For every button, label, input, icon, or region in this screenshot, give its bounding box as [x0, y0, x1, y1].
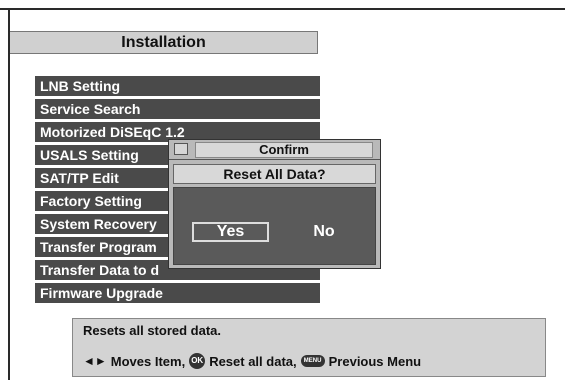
dialog-close-box[interactable]: [174, 143, 188, 155]
screen-frame-left: [8, 8, 10, 380]
ok-button-icon: OK: [189, 353, 206, 369]
menu-item-service-search[interactable]: Service Search: [35, 99, 320, 119]
menu-item-lnb-setting[interactable]: LNB Setting: [35, 76, 320, 96]
moves-item-label: Moves Item,: [110, 353, 186, 369]
dialog-title-bar: Confirm: [169, 140, 380, 160]
help-panel: Resets all stored data. ◄► Moves Item, O…: [72, 318, 546, 377]
previous-menu-label: Previous Menu: [328, 353, 422, 369]
yes-button[interactable]: Yes: [192, 222, 269, 242]
dialog-question: Reset All Data?: [173, 164, 376, 184]
screen-frame-top: [0, 8, 565, 10]
menu-button-icon: MENU: [300, 355, 325, 367]
left-right-arrow-icon: ◄►: [83, 354, 107, 368]
confirm-dialog: Confirm Reset All Data? Yes No: [168, 139, 381, 269]
dialog-title: Confirm: [195, 142, 373, 158]
page-title: Installation: [10, 31, 318, 54]
help-key-legend: ◄► Moves Item, OK Reset all data, MENU P…: [83, 353, 421, 369]
menu-item-firmware-upgrade[interactable]: Firmware Upgrade: [35, 283, 320, 303]
no-button[interactable]: No: [294, 222, 354, 242]
reset-label: Reset all data,: [209, 353, 297, 369]
dialog-button-area: Yes No: [173, 187, 376, 265]
help-description: Resets all stored data.: [83, 323, 221, 338]
